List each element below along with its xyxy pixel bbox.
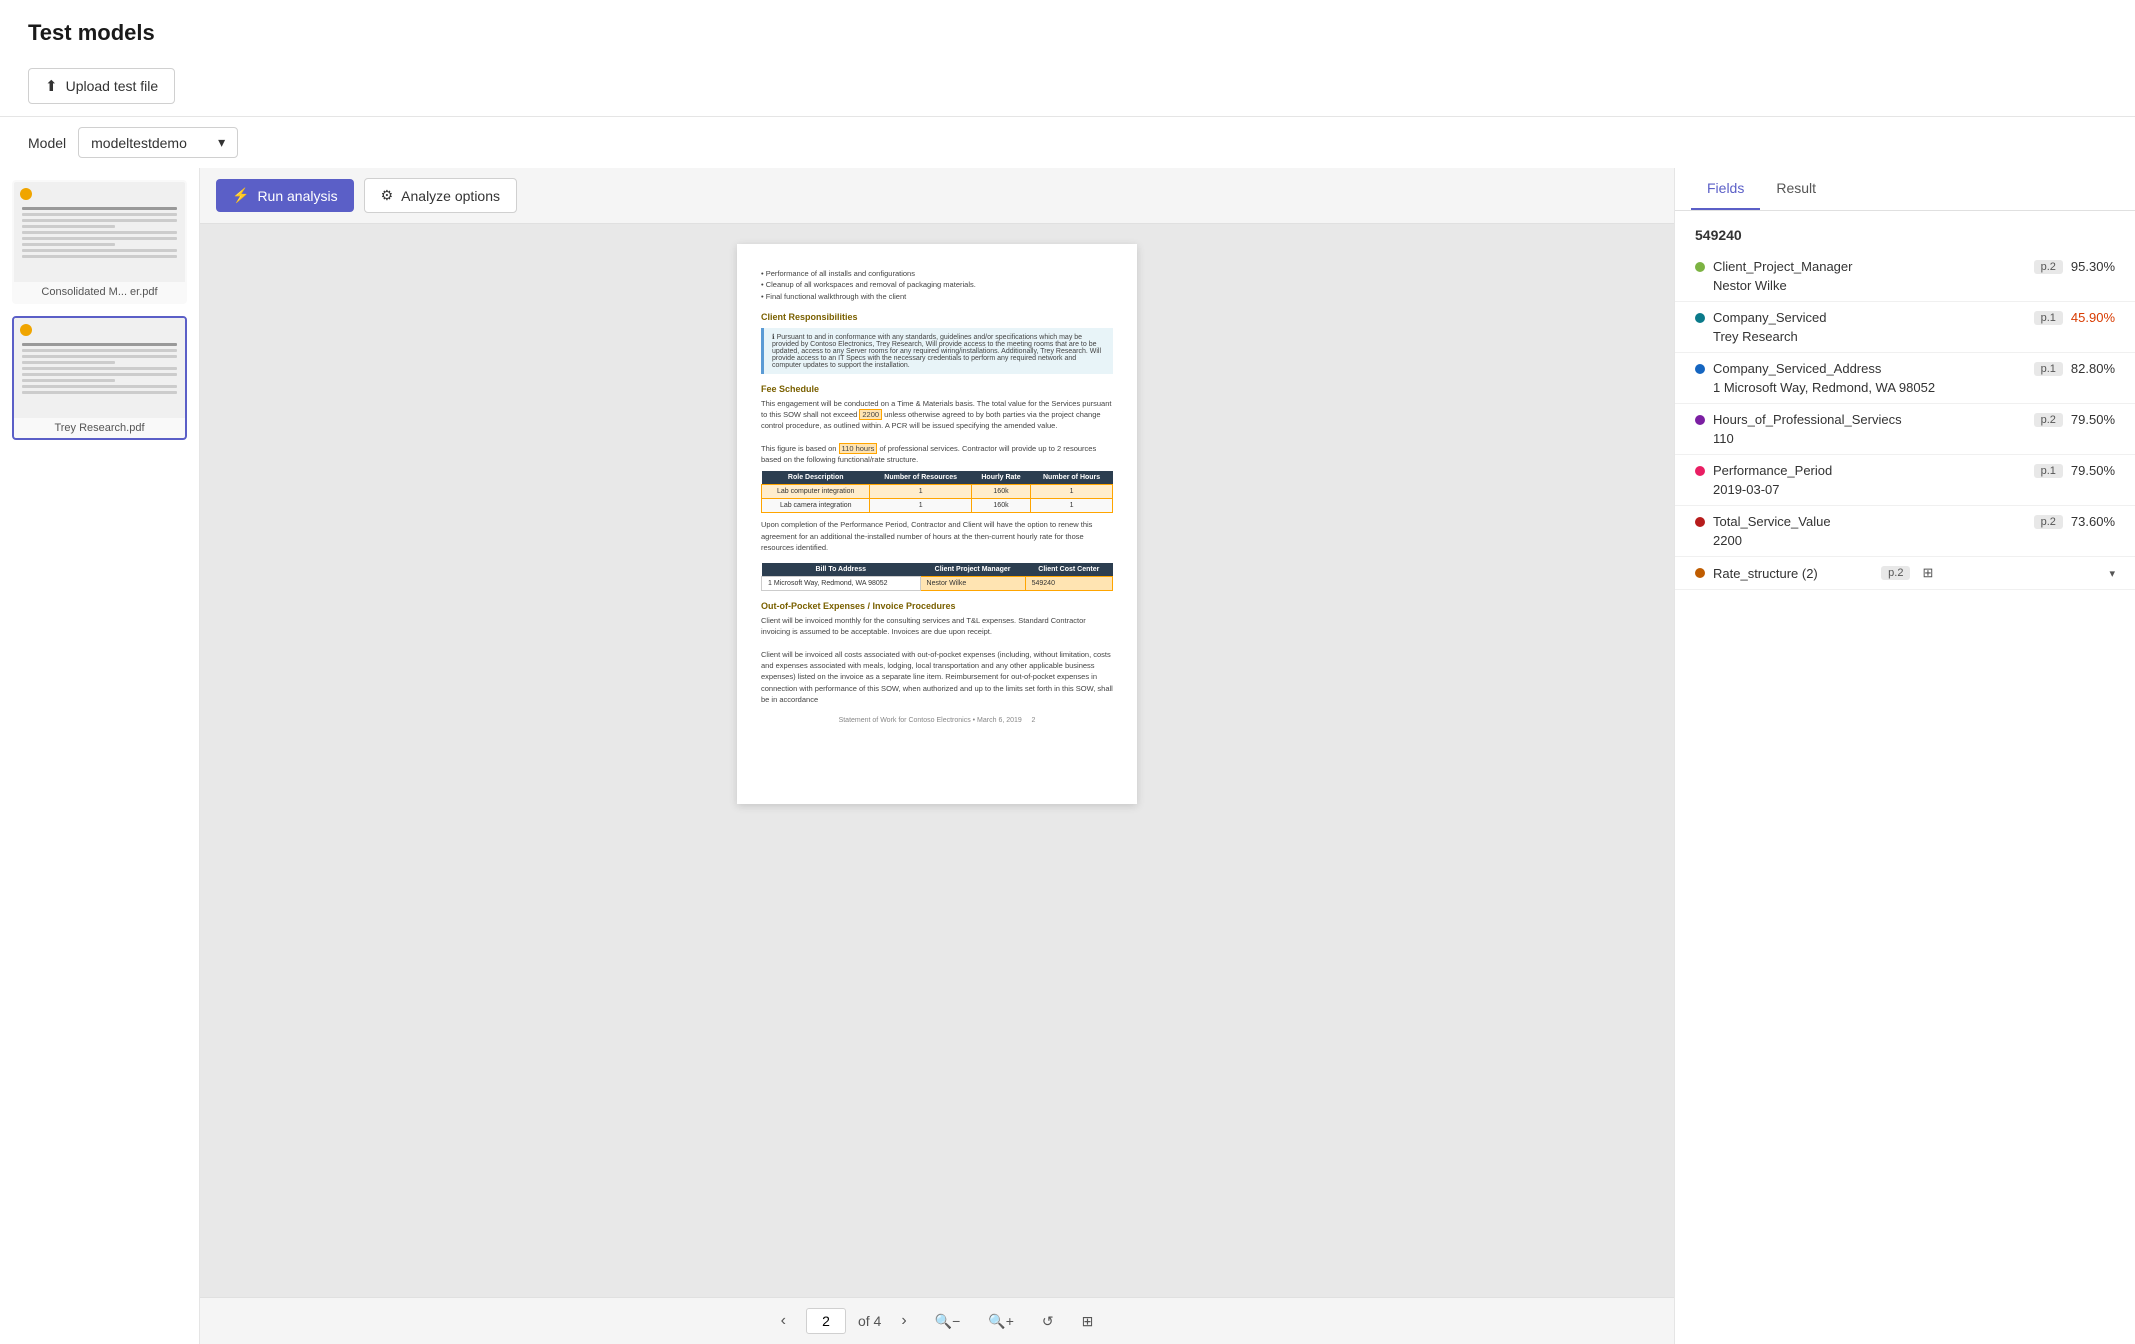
field-confidence-2: 82.80%: [2071, 361, 2115, 376]
field-dot-5: [1695, 517, 1705, 527]
filter-icon: ⚙: [381, 187, 394, 204]
field-page-4: p.1: [2034, 464, 2063, 478]
analyze-options-button[interactable]: ⚙ Analyze options: [364, 178, 517, 213]
file-sidebar: Consolidated M... er.pdf Trey Research.p…: [0, 168, 200, 1344]
field-confidence-5: 73.60%: [2071, 514, 2115, 529]
results-content: 549240 Client_Project_Manager p.2 95.30%…: [1675, 211, 2135, 1344]
page-number-input[interactable]: [806, 1308, 846, 1334]
field-name-1: Company_Serviced: [1713, 310, 2022, 325]
footer-table: Bill To Address Client Project Manager C…: [761, 563, 1113, 591]
results-tabs: Fields Result: [1675, 168, 2135, 211]
field-dot-4: [1695, 466, 1705, 476]
file-name-2: Trey Research.pdf: [14, 418, 185, 438]
upload-icon: ⬆: [45, 77, 58, 95]
tab-result[interactable]: Result: [1760, 168, 1832, 210]
page-title: Test models: [28, 20, 2107, 46]
field-item-3: Hours_of_Professional_Serviecs p.2 79.50…: [1675, 404, 2135, 455]
field-value-1: Trey Research: [1713, 329, 2115, 344]
doc-page-area: • Performance of all installs and config…: [200, 224, 1674, 1297]
file-name-1: Consolidated M... er.pdf: [14, 282, 185, 302]
field-page-1: p.1: [2034, 311, 2063, 325]
field-item-0: Client_Project_Manager p.2 95.30% Nestor…: [1675, 251, 2135, 302]
field-value-5: 2200: [1713, 533, 2115, 548]
field-name-3: Hours_of_Professional_Serviecs: [1713, 412, 2022, 427]
toolbar: ⬆ Upload test file: [0, 56, 2135, 117]
table-icon-6[interactable]: ⊞: [1922, 565, 1933, 581]
field-id-value: 549240: [1675, 219, 2135, 251]
doc-page: • Performance of all installs and config…: [737, 244, 1137, 804]
field-page-3: p.2: [2034, 413, 2063, 427]
field-dot-1: [1695, 313, 1705, 323]
model-row: Model modeltestdemo ▾: [0, 117, 2135, 168]
field-page-0: p.2: [2034, 260, 2063, 274]
field-page-6: p.2: [1881, 566, 1910, 580]
field-value-2: 1 Microsoft Way, Redmond, WA 98052: [1713, 380, 2115, 395]
field-dot-6: [1695, 568, 1705, 578]
field-confidence-1: 45.90%: [2071, 310, 2115, 325]
field-item-2: Company_Serviced_Address p.1 82.80% 1 Mi…: [1675, 353, 2135, 404]
tab-fields[interactable]: Fields: [1691, 168, 1760, 210]
field-item-1: Company_Serviced p.1 45.90% Trey Researc…: [1675, 302, 2135, 353]
rate-table: Role Description Number of Resources Hou…: [761, 471, 1113, 513]
results-panel: Fields Result 549240 Client_Project_Mana…: [1675, 168, 2135, 1344]
expand-icon-6[interactable]: ▾: [2109, 567, 2115, 580]
field-confidence-3: 79.50%: [2071, 412, 2115, 427]
field-confidence-4: 79.50%: [2071, 463, 2115, 478]
file-thumb-2[interactable]: Trey Research.pdf: [12, 316, 187, 440]
rotate-button[interactable]: ↺: [1034, 1309, 1062, 1334]
doc-viewer: ⚡ Run analysis ⚙ Analyze options • Perfo…: [200, 168, 1675, 1344]
field-dot-2: [1695, 364, 1705, 374]
field-value-4: 2019-03-07: [1713, 482, 2115, 497]
field-name-2: Company_Serviced_Address: [1713, 361, 2022, 376]
next-page-button[interactable]: ›: [893, 1308, 914, 1334]
field-page-5: p.2: [2034, 515, 2063, 529]
zoom-out-button[interactable]: 🔍−: [927, 1309, 969, 1334]
field-name-4: Performance_Period: [1713, 463, 2022, 478]
field-dot-0: [1695, 262, 1705, 272]
zoom-in-button[interactable]: 🔍+: [980, 1309, 1022, 1334]
upload-button[interactable]: ⬆ Upload test file: [28, 68, 175, 104]
field-dot-3: [1695, 415, 1705, 425]
file-dot-2: [20, 324, 32, 336]
field-name-6: Rate_structure (2): [1713, 566, 1869, 581]
viewer-footer: ‹ of 4 › 🔍− 🔍+ ↺ ⊞: [200, 1297, 1674, 1344]
field-item-5: Total_Service_Value p.2 73.60% 2200: [1675, 506, 2135, 557]
field-name-0: Client_Project_Manager: [1713, 259, 2022, 274]
run-analysis-button[interactable]: ⚡ Run analysis: [216, 179, 354, 212]
file-thumb-1[interactable]: Consolidated M... er.pdf: [12, 180, 187, 304]
prev-page-button[interactable]: ‹: [773, 1308, 794, 1334]
model-selector[interactable]: modeltestdemo ▾: [78, 127, 238, 158]
viewer-toolbar: ⚡ Run analysis ⚙ Analyze options: [200, 168, 1674, 224]
run-icon: ⚡: [232, 187, 249, 204]
field-value-3: 110: [1713, 431, 2115, 446]
field-item-4: Performance_Period p.1 79.50% 2019-03-07: [1675, 455, 2135, 506]
field-item-6: Rate_structure (2) p.2 ⊞ ▾: [1675, 557, 2135, 590]
field-confidence-0: 95.30%: [2071, 259, 2115, 274]
field-name-5: Total_Service_Value: [1713, 514, 2022, 529]
fit-button[interactable]: ⊞: [1074, 1309, 1102, 1334]
file-dot-1: [20, 188, 32, 200]
model-value: modeltestdemo: [91, 135, 187, 151]
field-value-0: Nestor Wilke: [1713, 278, 2115, 293]
model-label: Model: [28, 135, 66, 151]
page-of-label: of 4: [858, 1313, 881, 1329]
field-page-2: p.1: [2034, 362, 2063, 376]
page-header: Test models: [0, 0, 2135, 56]
chevron-down-icon: ▾: [218, 134, 225, 151]
main-content: Consolidated M... er.pdf Trey Research.p…: [0, 168, 2135, 1344]
